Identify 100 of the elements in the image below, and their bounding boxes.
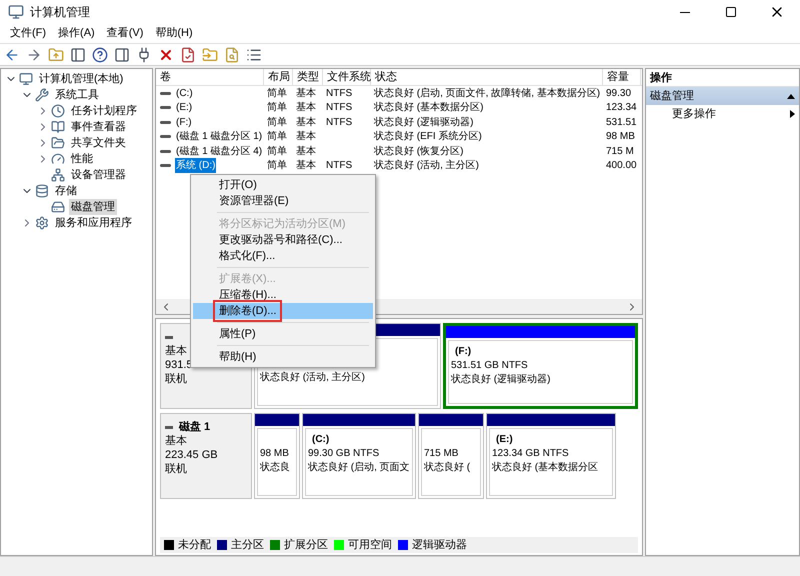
volume-icon bbox=[160, 135, 171, 138]
context-menu-item[interactable]: 格式化(F)... bbox=[193, 248, 373, 264]
help-icon[interactable] bbox=[92, 46, 108, 62]
partition-info: 98 MB bbox=[260, 447, 290, 461]
maximize-icon bbox=[725, 6, 737, 18]
tree-item[interactable]: 共享文件夹 bbox=[69, 134, 128, 152]
menu-item[interactable]: 操作(A) bbox=[52, 25, 101, 42]
column-header[interactable]: 容量 bbox=[603, 69, 641, 85]
table-cell[interactable]: 系统 (D:) bbox=[175, 158, 216, 174]
partition-block[interactable]: (E:) 123.34 GB NTFS 状态良好 (基本数据分区 bbox=[486, 413, 616, 499]
volume-icon bbox=[160, 164, 171, 168]
tree-node-icon bbox=[35, 184, 49, 198]
partition-block[interactable]: 715 MB 状态良好 ( bbox=[418, 413, 484, 499]
partition-info: 状态良好 ( bbox=[424, 461, 472, 475]
menu-item[interactable]: 文件(F) bbox=[4, 25, 52, 42]
context-menu-item[interactable]: 更改驱动器号和路径(C)... bbox=[193, 232, 373, 248]
list-icon[interactable] bbox=[246, 46, 262, 62]
document-check-icon[interactable] bbox=[180, 46, 196, 62]
forward-icon[interactable] bbox=[26, 46, 42, 62]
table-cell[interactable]: (E:) bbox=[175, 100, 194, 116]
table-cell: 基本 bbox=[296, 131, 316, 142]
column-header[interactable]: 卷 bbox=[156, 69, 264, 85]
legend-label: 可用空间 bbox=[348, 538, 392, 553]
partition-name: (E:) bbox=[495, 433, 514, 447]
table-cell: 531.51 bbox=[606, 116, 637, 128]
table-cell: 状态良好 (EFI 系统分区) bbox=[374, 131, 482, 142]
table-cell: 99.30 bbox=[606, 88, 632, 99]
tree-node-icon bbox=[51, 136, 65, 150]
partition-info: 715 MB bbox=[424, 447, 460, 461]
volume-icon bbox=[160, 120, 171, 124]
table-cell: 简单 bbox=[267, 88, 287, 99]
tree-item[interactable]: 磁盘管理 bbox=[69, 198, 117, 216]
tree-item[interactable]: 系统工具 bbox=[53, 86, 101, 104]
panel-icon[interactable] bbox=[114, 46, 130, 62]
table-cell: NTFS bbox=[326, 116, 352, 128]
volume-icon bbox=[160, 150, 171, 153]
tree-item[interactable]: 计算机管理(本地) bbox=[37, 70, 126, 88]
partition-name: (C:) bbox=[311, 433, 330, 447]
partition-info: 状态良好 (活动, 主分区) bbox=[260, 371, 366, 385]
table-cell: 98 MB bbox=[606, 131, 635, 142]
column-header[interactable]: 类型 bbox=[293, 69, 323, 85]
tree-item[interactable]: 事件查看器 bbox=[69, 118, 128, 136]
tree-node-icon bbox=[35, 216, 49, 230]
table-cell[interactable]: (F:) bbox=[175, 114, 193, 130]
tree-item[interactable]: 性能 bbox=[69, 150, 95, 168]
disk-info: 基本 bbox=[165, 344, 187, 358]
partition-info: 123.34 GB NTFS bbox=[492, 447, 570, 461]
partition-block[interactable]: (C:) 99.30 GB NTFS 状态良好 (启动, 页面文 bbox=[302, 413, 416, 499]
menu-item[interactable]: 查看(V) bbox=[100, 25, 150, 42]
tree-node-icon bbox=[51, 200, 65, 214]
actions-section[interactable]: 磁盘管理 bbox=[646, 87, 799, 105]
table-cell: NTFS bbox=[326, 160, 352, 172]
partition-info: 状态良好 (基本数据分区 bbox=[492, 461, 600, 475]
context-menu-item[interactable]: 删除卷(D)... bbox=[193, 303, 373, 319]
table-cell: 简单 bbox=[267, 102, 287, 114]
table-cell: 简单 bbox=[267, 116, 287, 128]
submenu-arrow-icon bbox=[790, 110, 795, 118]
context-menu-item[interactable]: 打开(O) bbox=[193, 177, 373, 193]
context-menu-item[interactable]: 资源管理器(E) bbox=[193, 193, 373, 209]
column-header[interactable]: 状态 bbox=[371, 69, 603, 85]
menu-item[interactable]: 帮助(H) bbox=[149, 25, 199, 42]
table-cell: 基本 bbox=[296, 146, 316, 157]
app-icon bbox=[8, 4, 24, 20]
disk-info: 基本 bbox=[165, 434, 187, 448]
highlight-outline: 删除卷(D)... bbox=[213, 300, 282, 322]
tree-node-icon bbox=[51, 152, 65, 166]
table-cell[interactable]: (C:) bbox=[175, 86, 194, 101]
table-cell: 715 M bbox=[606, 146, 634, 157]
tree-item[interactable]: 存储 bbox=[53, 182, 79, 200]
tree-node-icon bbox=[19, 72, 33, 86]
volume-icon bbox=[160, 92, 171, 95]
tree-node-icon bbox=[35, 88, 49, 102]
legend-label: 扩展分区 bbox=[284, 538, 328, 553]
table-cell[interactable]: (磁盘 1 磁盘分区 4) bbox=[175, 144, 264, 159]
tree-item[interactable]: 设备管理器 bbox=[69, 166, 128, 184]
table-cell[interactable]: (磁盘 1 磁盘分区 1) bbox=[175, 129, 264, 144]
tree-item[interactable]: 服务和应用程序 bbox=[53, 214, 134, 232]
action-link[interactable]: 更多操作 bbox=[672, 106, 716, 122]
partition-block[interactable]: 98 MB 状态良 bbox=[254, 413, 300, 499]
disk-info: 联机 bbox=[165, 462, 187, 476]
tree-item[interactable]: 任务计划程序 bbox=[69, 102, 139, 120]
legend-label: 未分配 bbox=[178, 538, 211, 553]
window-title: 计算机管理 bbox=[30, 4, 91, 21]
table-cell: 简单 bbox=[267, 131, 287, 142]
table-cell: 简单 bbox=[267, 146, 287, 157]
collapse-icon[interactable] bbox=[787, 94, 795, 98]
table-cell: 123.34 bbox=[606, 102, 637, 114]
context-menu-item[interactable]: 帮助(H) bbox=[193, 349, 373, 365]
column-header[interactable]: 文件系统 bbox=[323, 69, 371, 85]
tree-node-icon bbox=[51, 120, 65, 134]
partition-info: 状态良好 (逻辑驱动器) bbox=[451, 373, 552, 387]
context-menu-item[interactable]: 属性(P) bbox=[193, 326, 373, 342]
disk-info: 223.45 GB bbox=[165, 448, 218, 462]
table-cell: 状态良好 (恢复分区) bbox=[374, 146, 464, 157]
panel-icon[interactable] bbox=[70, 46, 86, 62]
table-cell: 状态良好 (逻辑驱动器) bbox=[374, 116, 474, 128]
table-cell: NTFS bbox=[326, 88, 352, 99]
back-icon[interactable] bbox=[4, 46, 20, 62]
partition-block[interactable]: (F:) 531.51 GB NTFS 状态良好 (逻辑驱动器) bbox=[443, 323, 638, 409]
column-header[interactable]: 布局 bbox=[264, 69, 293, 85]
